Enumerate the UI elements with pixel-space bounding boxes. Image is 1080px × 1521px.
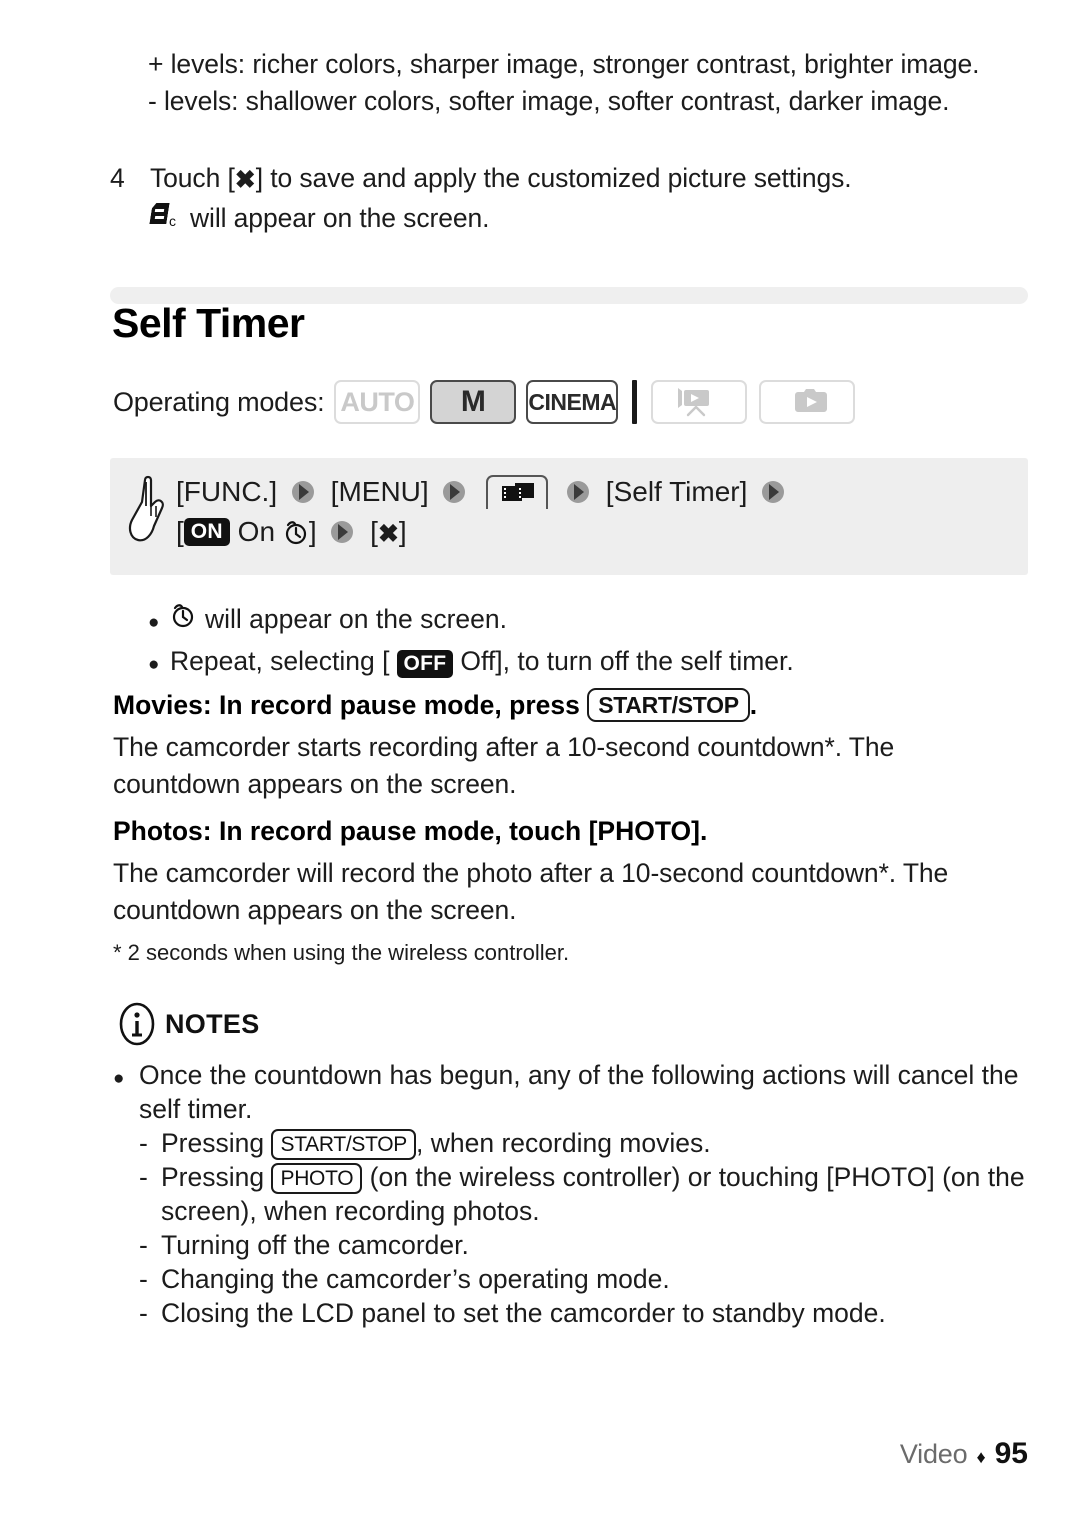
image-effect-icon: c <box>150 201 180 229</box>
self-timer-icon <box>285 521 306 545</box>
manual-page: + levels: richer colors, sharper image, … <box>0 0 1080 1521</box>
close-icon: ✖ <box>234 166 256 194</box>
on-badge[interactable]: ON <box>183 518 230 546</box>
movies-paragraph: The camcorder starts recording after a 1… <box>113 732 895 799</box>
photos-lead: Photos: In record pause mode, touch [PHO… <box>113 816 708 846</box>
note-sub-text: Pressing START/STOP, when recording movi… <box>161 1126 1028 1160</box>
dash-marker: - <box>139 1230 148 1260</box>
recording-setup-tab-icon[interactable] <box>486 475 549 509</box>
step-body: Touch [✖] to save and apply the customiz… <box>150 160 1030 237</box>
mode-badge-cinema: CINEMA <box>526 380 619 424</box>
chevron-right-icon <box>331 521 354 543</box>
start-stop-key[interactable]: START/STOP <box>587 688 750 722</box>
menu-bullets: ● will appear on the screen. ● Repeat, s… <box>148 600 1028 684</box>
dash-marker: - <box>139 1264 148 1294</box>
chevron-right-icon <box>762 481 785 503</box>
close-icon[interactable]: ✖ <box>378 522 399 547</box>
mode-separator <box>632 380 638 424</box>
notes-label: NOTES <box>165 1008 260 1039</box>
start-stop-key[interactable]: START/STOP <box>271 1129 417 1160</box>
photo-key[interactable]: PHOTO <box>271 1163 363 1194</box>
menu-close-bracket-close: ] <box>398 516 407 547</box>
note-sub-item: - Turning off the camcorder. <box>139 1228 1028 1262</box>
notes-header: NOTES <box>118 1002 260 1046</box>
movies-lead-period: . <box>749 690 758 720</box>
footer-diamond-icon: ♦ <box>976 1447 986 1467</box>
note-sub-text: Closing the LCD panel to set the camcord… <box>161 1298 886 1328</box>
step-text-before: Touch [ <box>150 163 235 193</box>
menu-on-label: On <box>237 516 276 547</box>
footnote: * 2 seconds when using the wireless cont… <box>113 940 570 965</box>
movie-playback-icon <box>678 388 710 417</box>
bullet-dot: ● <box>148 612 160 633</box>
note-text-after: , when recording movies. <box>416 1128 711 1158</box>
bullet-repeat-off: ● Repeat, selecting [ OFF Off], to turn … <box>148 642 1028 684</box>
note-sub-list: - Pressing START/STOP, when recording mo… <box>139 1126 1028 1330</box>
bullet-dot: ● <box>148 654 160 675</box>
levels-description: + levels: richer colors, sharper image, … <box>148 46 1028 120</box>
note-main-bullet: ● Once the countdown has begun, any of t… <box>113 1058 1028 1126</box>
note-text-before: Pressing <box>161 1162 265 1192</box>
step-instruction: Touch [✖] to save and apply the customiz… <box>150 160 1030 197</box>
note-text-before: Pressing <box>161 1128 265 1158</box>
info-icon <box>119 1002 155 1046</box>
note-sub-item: - Closing the LCD panel to set the camco… <box>139 1296 1028 1330</box>
dash-marker: - <box>139 1298 148 1328</box>
mode-badge-auto: AUTO <box>334 380 421 424</box>
minus-levels-text: - levels: shallower colors, softer image… <box>148 86 950 116</box>
step-text-after: ] to save and apply the customized pictu… <box>255 163 852 193</box>
mode-badge-photo-playback <box>759 380 856 424</box>
menu-close-bracket-open: [ <box>370 516 378 547</box>
footer-page-number: 95 <box>994 1437 1028 1470</box>
mode-badge-movie-playback <box>651 380 748 424</box>
menu-path-box: [FUNC.] [MENU] [Self Timer] [ON On] [✖… <box>110 458 1028 575</box>
menu-step-menu[interactable]: [MENU] <box>331 476 429 507</box>
note-main-text: Once the countdown has begun, any of the… <box>139 1060 1019 1124</box>
note-sub-text: Turning off the camcorder. <box>161 1230 469 1260</box>
off-badge[interactable]: OFF <box>396 650 454 678</box>
step-4: 4 Touch [✖] to save and apply the custom… <box>110 160 1030 237</box>
note-sub-text: Pressing PHOTO (on the wireless controll… <box>161 1160 1028 1228</box>
pointing-hand-icon <box>128 475 164 542</box>
chevron-right-icon <box>567 481 590 503</box>
notes-list: ● Once the countdown has begun, any of t… <box>113 1058 1028 1330</box>
menu-path-text: [FUNC.] [MENU] [Self Timer] [ON On] [✖… <box>176 472 1016 552</box>
image-effect-subscript: c <box>169 213 176 229</box>
operating-modes-label: Operating modes: <box>113 386 325 417</box>
operating-modes-row: Operating modes: AUTO M CINEMA <box>113 380 867 424</box>
page-footer: Video ♦ 95 <box>900 1437 1028 1471</box>
dash-marker: - <box>139 1128 148 1158</box>
footer-section-label: Video <box>899 1439 968 1469</box>
menu-bracket-close: ] <box>308 516 317 547</box>
dash-marker: - <box>139 1162 148 1192</box>
photos-paragraph: The camcorder will record the photo afte… <box>113 858 949 925</box>
chevron-right-icon <box>291 481 314 503</box>
bullet-dot: ● <box>113 1068 125 1089</box>
menu-step-func[interactable]: [FUNC.] <box>176 476 277 507</box>
mode-badge-manual: M <box>430 380 517 424</box>
movies-lead-text: Movies: In record pause mode, press <box>113 690 580 720</box>
bullet-text-mid: Off], to turn off the self timer. <box>460 646 794 676</box>
photo-playback-icon <box>795 389 828 412</box>
self-timer-icon <box>172 604 194 628</box>
chevron-right-icon <box>443 481 466 503</box>
note-sub-item: - Pressing PHOTO (on the wireless contro… <box>139 1160 1028 1228</box>
step-number: 4 <box>110 163 125 193</box>
menu-bracket-open: [ <box>176 516 184 547</box>
bullet-text: will appear on the screen. <box>205 604 507 634</box>
movies-lead: Movies: In record pause mode, press STAR… <box>113 687 1028 724</box>
note-sub-item: - Pressing START/STOP, when recording mo… <box>139 1126 1028 1160</box>
bullet-text-before: Repeat, selecting [ <box>170 646 390 676</box>
menu-step-self-timer[interactable]: [Self Timer] <box>606 476 748 507</box>
note-sub-text: Changing the camcorder’s operating mode. <box>161 1264 670 1294</box>
note-sub-item: - Changing the camcorder’s operating mod… <box>139 1262 1028 1296</box>
plus-levels-text: + levels: richer colors, sharper image, … <box>148 49 980 79</box>
step-sub-line: c will appear on the screen. <box>150 200 1030 237</box>
bullet-timer-appears: ● will appear on the screen. <box>148 600 1028 642</box>
step-sub-text: will appear on the screen. <box>190 203 490 233</box>
page-title: Self Timer <box>112 300 305 346</box>
